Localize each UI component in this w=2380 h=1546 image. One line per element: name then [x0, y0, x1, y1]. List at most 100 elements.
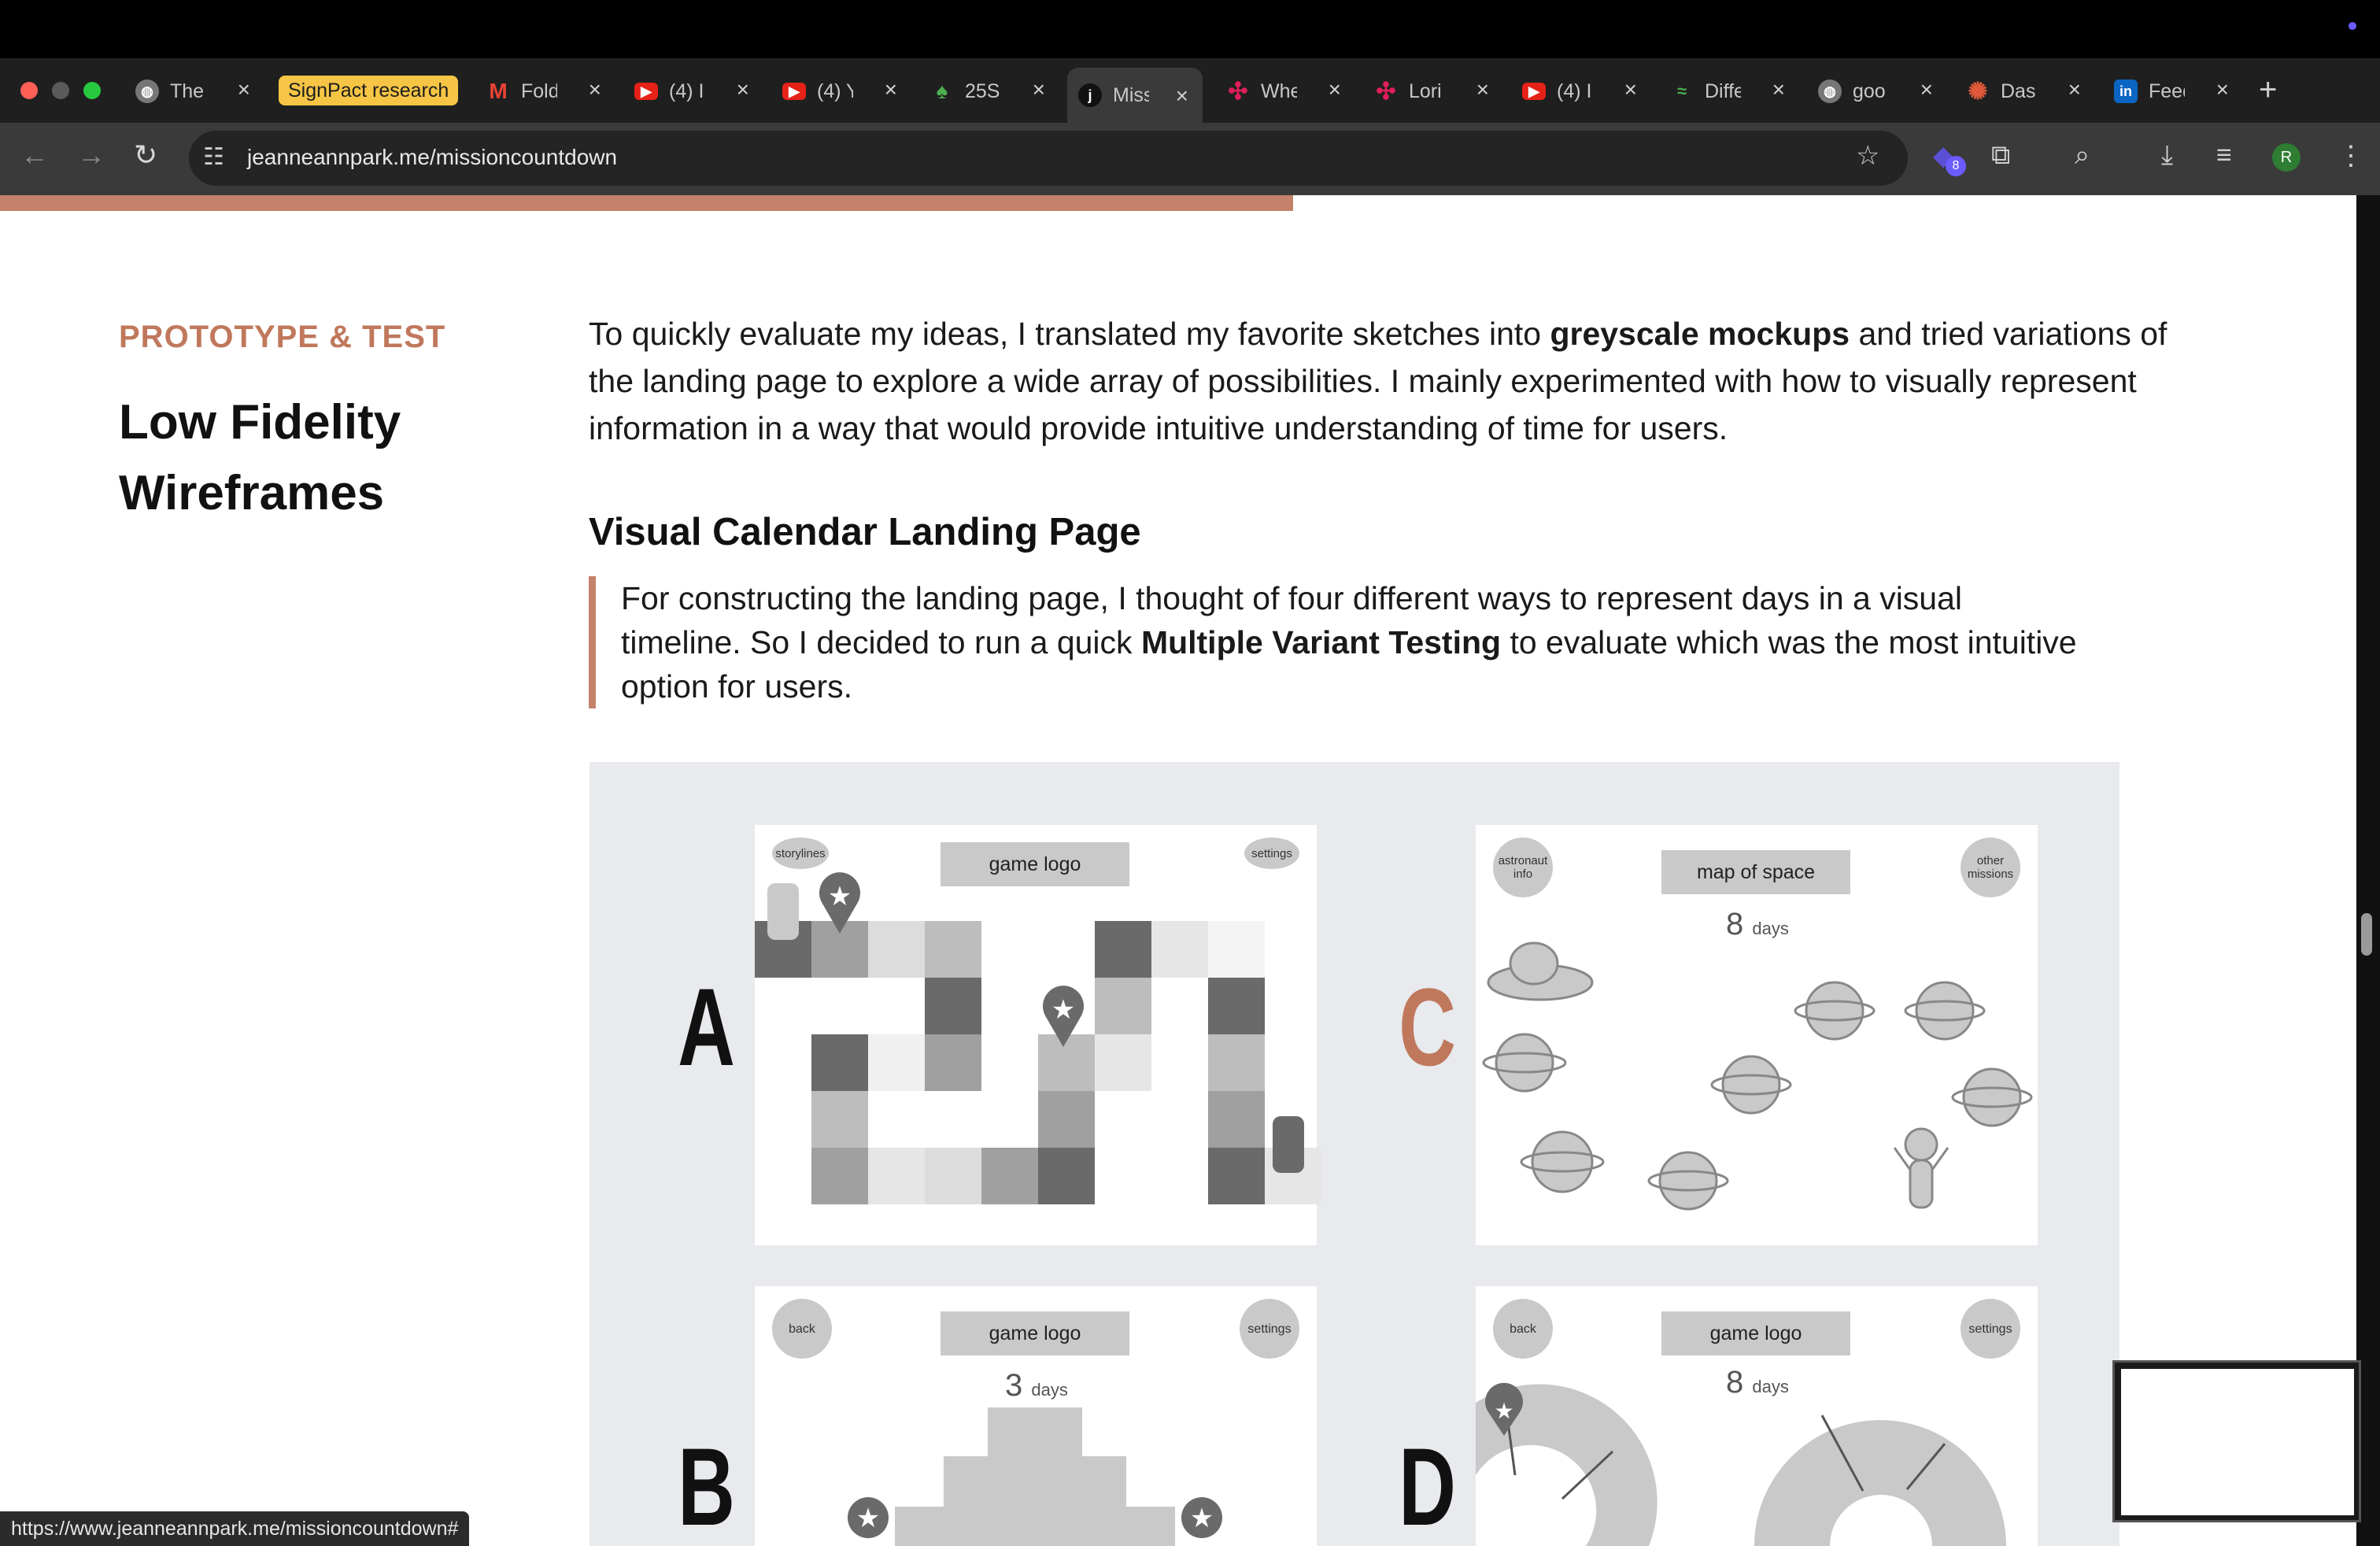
intro-bold: greyscale mockups — [1550, 316, 1850, 352]
close-icon[interactable]: × — [1772, 77, 1785, 102]
extension-badge: 8 — [1946, 156, 1966, 176]
url-text[interactable]: jeanneannpark.me/missioncountdown — [247, 145, 617, 170]
tab-title: The — [170, 80, 205, 102]
slack-icon: ✣ — [1228, 78, 1248, 105]
scrollbar-track[interactable] — [2356, 195, 2380, 1546]
close-icon[interactable]: × — [1920, 77, 1933, 102]
settings-button: settings — [1240, 1299, 1299, 1359]
day-tile — [811, 1148, 868, 1204]
close-icon[interactable]: × — [1624, 77, 1637, 102]
quote-bold: Multiple Variant Testing — [1140, 624, 1502, 660]
tab-group-signpact[interactable]: SignPact research — [279, 76, 459, 105]
tab-youtube-2[interactable]: ▶ (4) Y × — [782, 69, 897, 113]
link-status-bar: https://www.jeanneannpark.me/missioncoun… — [0, 1511, 470, 1546]
wireframe-b: back game logo settings 3 days ★ ★ — [755, 1286, 1317, 1546]
tab-title: Feed — [2149, 80, 2185, 102]
close-icon[interactable]: × — [737, 77, 749, 102]
tab-mission-active[interactable]: j Miss × — [1067, 68, 1203, 123]
wireframe-d: back game logo settings 8 days ★ — [1476, 1286, 2038, 1546]
tab-linkedin[interactable]: in Feed × — [2114, 69, 2229, 113]
day-tile — [811, 1034, 868, 1091]
status-dot-icon — [2349, 22, 2356, 30]
site-info-icon[interactable]: ☷ — [203, 143, 224, 171]
tab-title: 25S — [965, 80, 1000, 102]
tab-search-icon[interactable]: ⌕ — [2075, 140, 2090, 171]
tab-google[interactable]: ◍ goo × — [1818, 69, 1933, 113]
star-marker-icon: ★ — [1181, 1497, 1222, 1538]
game-logo: game logo — [941, 842, 1129, 886]
download-icon[interactable]: ⤓ — [2161, 140, 2173, 171]
star-marker-icon: ★ — [848, 1497, 889, 1538]
scrollbar-thumb[interactable] — [2361, 913, 2372, 956]
tab-dashboard[interactable]: ✺ Dasl × — [1966, 69, 2081, 113]
day-tile — [1208, 1034, 1265, 1091]
day-tile — [811, 1091, 868, 1148]
close-icon[interactable]: × — [589, 77, 601, 102]
media-controls-icon[interactable]: ≡ — [2216, 140, 2232, 171]
minimize-window-button[interactable] — [52, 82, 69, 99]
variant-letter-d: D — [1399, 1425, 1456, 1546]
close-icon[interactable]: × — [1329, 77, 1341, 102]
days-unit: days — [1031, 1380, 1068, 1400]
tab-youtube-3[interactable]: ▶ (4) I × — [1522, 69, 1637, 113]
tab-title: (4) I — [1557, 80, 1592, 102]
globe-icon: ◍ — [1818, 80, 1842, 103]
gear-icon: ✺ — [1968, 78, 1988, 105]
tab-title: (4) I — [669, 80, 704, 102]
youtube-icon: ▶ — [1522, 83, 1546, 100]
maximize-window-button[interactable] — [83, 82, 101, 99]
bookmark-star-icon[interactable]: ☆ — [1856, 140, 1879, 172]
star-marker-icon: ★ — [819, 872, 860, 934]
day-tile — [1151, 921, 1208, 978]
tab-slack-1[interactable]: ✣ Whe × — [1226, 69, 1341, 113]
page-preview-thumbnail[interactable] — [2112, 1360, 2361, 1522]
tab-gmail[interactable]: M Fold × — [486, 69, 601, 113]
tab-25s[interactable]: ♠ 25S × — [930, 69, 1045, 113]
section-title-line: Wireframes — [119, 466, 385, 520]
svg-text:★: ★ — [1494, 1398, 1513, 1424]
day-tile — [1095, 921, 1151, 978]
day-tile — [925, 978, 981, 1034]
close-icon[interactable]: × — [1033, 77, 1045, 102]
menu-icon[interactable]: ⋮ — [2338, 140, 2364, 172]
day-tile — [981, 1148, 1038, 1204]
tab-the[interactable]: ◍ The × — [135, 69, 250, 113]
tab-diff[interactable]: ≈ Diffe × — [1670, 69, 1785, 113]
tab-title: Whe — [1261, 80, 1297, 102]
new-tab-button[interactable]: + — [2259, 72, 2277, 108]
puzzle-icon[interactable]: ⧉ — [1991, 140, 2010, 171]
globe-icon: ◍ — [135, 80, 159, 103]
youtube-icon: ▶ — [782, 83, 806, 100]
tab-title: Miss — [1113, 83, 1149, 106]
day-tile — [1095, 978, 1151, 1034]
profile-avatar[interactable]: R — [2272, 143, 2301, 172]
goal-token — [1273, 1116, 1304, 1173]
variant-letter-a: A — [678, 965, 735, 1089]
day-tile — [868, 1034, 925, 1091]
day-tile — [925, 921, 981, 978]
section-title: Low Fidelity Wireframes — [119, 387, 512, 529]
reload-button[interactable]: ↻ — [134, 139, 157, 172]
slack-icon: ✣ — [1376, 78, 1396, 105]
os-menu-bar — [0, 0, 2380, 58]
tab-title: Diffe — [1705, 80, 1741, 102]
close-icon[interactable]: × — [238, 77, 250, 102]
tab-slack-2[interactable]: ✣ Lori × — [1374, 69, 1489, 113]
diff-icon: ≈ — [1676, 81, 1687, 101]
youtube-icon: ▶ — [634, 83, 658, 100]
close-icon[interactable]: × — [2216, 77, 2229, 102]
tab-youtube-1[interactable]: ▶ (4) I × — [634, 69, 749, 113]
intro-text: To quickly evaluate my ideas, I translat… — [589, 316, 1550, 352]
leaf-icon: ♠ — [936, 79, 948, 103]
close-icon[interactable]: × — [1176, 83, 1188, 109]
day-tile — [868, 1148, 925, 1204]
forward-button[interactable]: → — [77, 139, 105, 172]
close-icon[interactable]: × — [885, 77, 897, 102]
day-tile — [868, 921, 925, 978]
close-icon[interactable]: × — [1476, 77, 1489, 102]
close-icon[interactable]: × — [2068, 77, 2081, 102]
wireframe-c: astronaut info map of space other missions… — [1476, 825, 2038, 1245]
day-tile — [1208, 921, 1265, 978]
back-button[interactable]: ← — [20, 139, 49, 172]
close-window-button[interactable] — [20, 82, 38, 99]
